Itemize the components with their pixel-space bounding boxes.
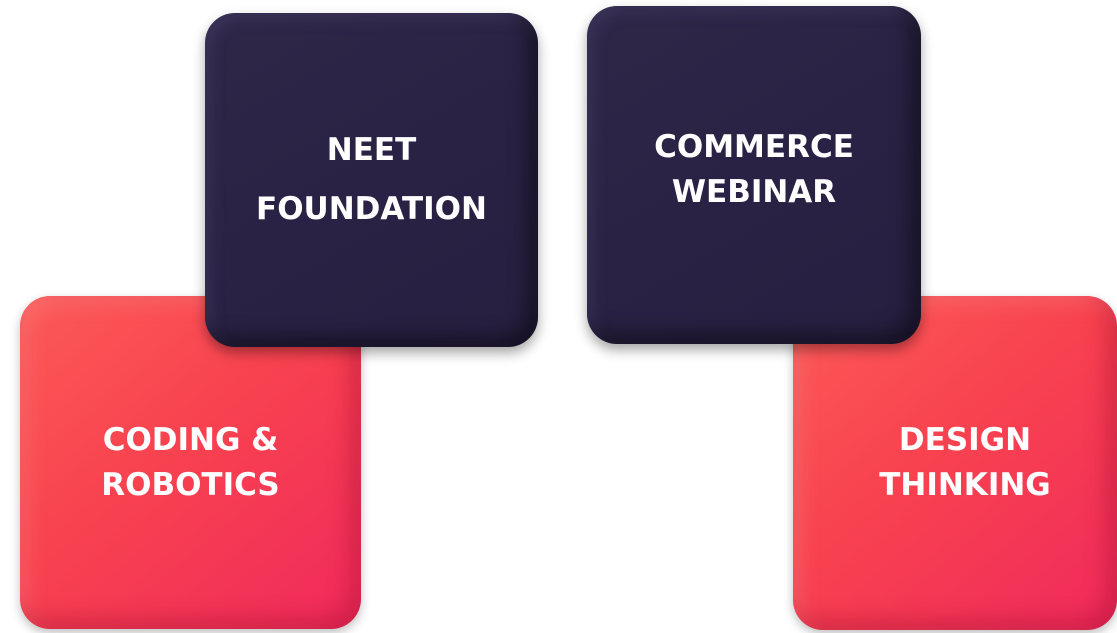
neet-foundation-label: NEET FOUNDATION (256, 121, 487, 239)
commerce-webinar-tile: COMMERCE WEBINAR (587, 6, 921, 344)
design-thinking-label-line2: THINKING (879, 467, 1051, 503)
neet-foundation-tile: NEET FOUNDATION (205, 13, 538, 347)
design-thinking-tile: DESIGN THINKING (793, 296, 1117, 630)
neet-foundation-label-line2: FOUNDATION (256, 191, 487, 227)
commerce-webinar-label-line1: COMMERCE (654, 129, 854, 166)
coding-robotics-label-line2: ROBOTICS (101, 466, 280, 503)
commerce-webinar-label-line2: WEBINAR (671, 174, 837, 210)
neet-foundation-label-line1: NEET (326, 132, 417, 169)
coding-robotics-label: CODING & ROBOTICS (101, 418, 280, 508)
coding-robotics-label-line1: CODING & (102, 421, 279, 458)
design-thinking-label: DESIGN THINKING (859, 418, 1051, 508)
design-thinking-label-line1: DESIGN (898, 422, 1032, 459)
commerce-webinar-label: COMMERCE WEBINAR (654, 125, 854, 215)
